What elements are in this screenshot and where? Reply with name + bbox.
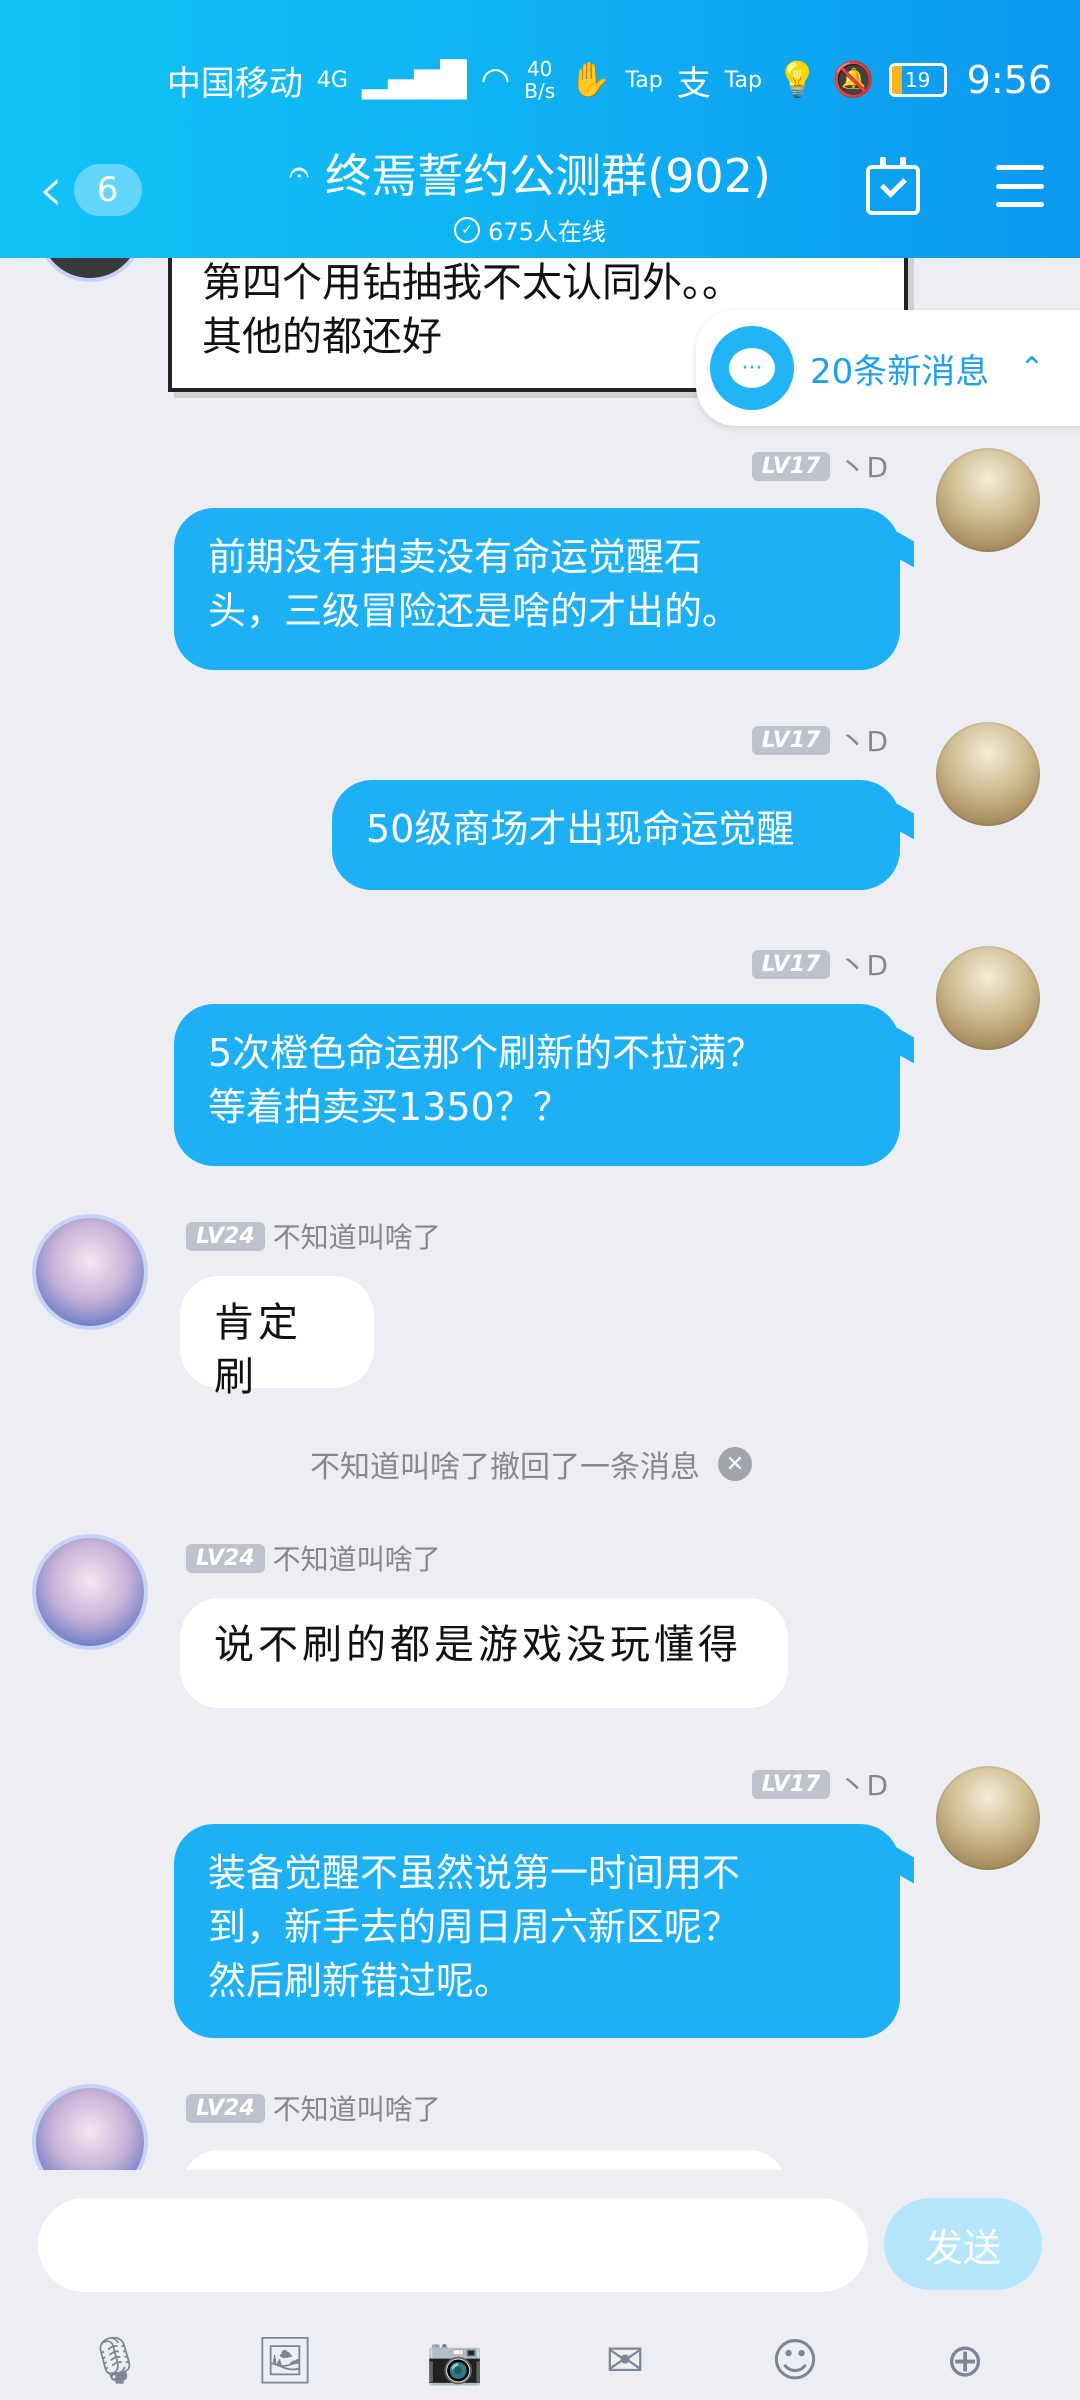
chevron-up-icon: ⌃ [1019, 350, 1045, 386]
earpiece-icon: 𝄐 [289, 152, 310, 193]
sender-name: 不知道叫啥了 [272, 1221, 441, 1254]
message-meta: LV17 丶D [751, 446, 888, 486]
wifi-icon: ◠ [480, 60, 511, 100]
online-count: ✓ 675人在线 [270, 212, 790, 247]
image-icon[interactable]: 🖼 [255, 2330, 315, 2390]
avatar[interactable] [936, 946, 1040, 1050]
clock: 9:56 [966, 58, 1052, 102]
message-text: 前期没有拍卖没有命运觉醒石 [208, 535, 703, 579]
calendar-check-icon[interactable] [866, 157, 920, 215]
message-text: 50级商场才出现命运觉醒 [366, 807, 795, 851]
network-speed: 40 B/s [524, 58, 555, 102]
message-text: 说不刷的都是游戏没玩懂得 [214, 1622, 742, 1668]
sender-name: 丶D [838, 451, 888, 484]
online-count-label: 675人在线 [488, 218, 606, 246]
level-badge: LV24 [186, 2093, 265, 2123]
message-bubble[interactable]: 肯定刷 [180, 1276, 374, 1400]
back-button[interactable]: ‹ 6 [38, 153, 142, 227]
level-badge: LV24 [186, 1543, 265, 1573]
message-text: 头，三级冒险还是啥的才出的。 [208, 589, 741, 633]
message-bubble[interactable]: 说不刷的都是游戏没玩懂得 [180, 1598, 788, 1708]
signal-icon: ▂▄▆█ [361, 60, 467, 100]
message-meta: LV24 不知道叫啥了 [186, 1538, 441, 1578]
camera-icon[interactable]: 📷 [425, 2330, 485, 2390]
avatar[interactable] [936, 1766, 1040, 1870]
sender-name: 丶D [838, 949, 888, 982]
close-icon[interactable]: ✕ [718, 1447, 752, 1481]
unread-count-badge: 6 [73, 164, 142, 216]
message-meta: LV17 丶D [751, 944, 888, 984]
level-badge: LV24 [186, 1221, 265, 1251]
avatar[interactable] [36, 1218, 144, 1326]
group-title-area[interactable]: 𝄐 终焉誓约公测群(902) ✓ 675人在线 [270, 140, 790, 247]
message-text: 第四个用钻抽我不太认同外。。 [202, 260, 742, 306]
avatar[interactable] [936, 448, 1040, 552]
composer: 发送 🎙 🖼 📷 ✉ ☺ ⊕ [0, 2170, 1080, 2400]
menu-icon[interactable] [996, 165, 1044, 207]
alipay-icon: 支 [676, 63, 711, 104]
message-meta: LV17 丶D [751, 1764, 888, 1804]
sender-name: 不知道叫啥了 [272, 2093, 441, 2126]
taptap-label-2: Tap [724, 67, 762, 93]
chat-header: 中国移动 4G ▂▄▆█ ◠ 40 B/s ✋ Tap 支 Tap 💡 🔕 19… [0, 0, 1080, 258]
avatar[interactable] [36, 2088, 144, 2170]
speed-value: 40 [526, 57, 553, 81]
message-text: 肯定刷 [214, 1300, 302, 1400]
sender-name: 不知道叫啥了 [272, 1543, 441, 1576]
level-badge: LV17 [751, 725, 831, 755]
mute-bell-icon: 🔕 [832, 60, 875, 100]
carrier-label: 中国移动 [166, 63, 303, 104]
message-meta: LV17 丶D [751, 720, 888, 760]
group-name: 终焉誓约公测群(902) [325, 149, 771, 203]
network-type: 4G [316, 67, 348, 93]
taptap-label: Tap [625, 67, 663, 93]
check-circle-icon: ✓ [454, 216, 481, 243]
plus-icon[interactable]: ⊕ [935, 2330, 995, 2390]
battery-indicator: 19 [888, 63, 947, 97]
sender-name: 丶D [838, 1769, 888, 1802]
sender-name: 丶D [838, 725, 888, 758]
level-badge: LV17 [751, 451, 831, 481]
message-bubble[interactable]: 装备觉醒不虽然说第一时间用不 到，新手去的周日周六新区呢？ 然后刷新错过呢。 [174, 1824, 900, 2038]
avatar[interactable] [36, 1538, 144, 1646]
microphone-icon[interactable]: 🎙 [85, 2330, 145, 2390]
message-bubble[interactable] [180, 2150, 788, 2170]
new-messages-banner[interactable]: ··· 20条新消息 ⌃ [696, 310, 1080, 426]
message-text: 到，新手去的周日周六新区呢？ [208, 1905, 741, 1949]
message-bubble[interactable]: 50级商场才出现命运觉醒 [332, 780, 900, 890]
avatar[interactable] [40, 258, 140, 278]
composer-toolbar: 🎙 🖼 📷 ✉ ☺ ⊕ [0, 2330, 1080, 2390]
avatar[interactable] [936, 722, 1040, 826]
send-button[interactable]: 发送 [884, 2198, 1042, 2290]
message-text: 等着拍卖买1350？？ [208, 1085, 571, 1129]
speed-unit: B/s [524, 79, 556, 103]
new-messages-label: 20条新消息 [810, 351, 990, 392]
level-badge: LV17 [751, 949, 831, 979]
message-text: 然后刷新错过呢。 [208, 1959, 513, 2003]
message-text: 装备觉醒不虽然说第一时间用不 [208, 1851, 741, 1895]
status-bar: 中国移动 4G ▂▄▆█ ◠ 40 B/s ✋ Tap 支 Tap 💡 🔕 19… [167, 50, 1052, 110]
message-list[interactable]: 第四个用钻抽我不太认同外。。 其他的都还好 ··· 20条新消息 ⌃ LV17 … [0, 258, 1080, 2170]
emoji-icon[interactable]: ☺ [765, 2330, 825, 2390]
chevron-left-icon: ‹ [38, 153, 64, 227]
message-meta: LV24 不知道叫啥了 [186, 1216, 441, 1256]
chat-bubble-icon: ··· [710, 326, 794, 410]
message-input[interactable] [38, 2198, 868, 2292]
recall-notice: 不知道叫啥了撤回了一条消息 ✕ [310, 1442, 752, 1486]
message-text: 5次橙色命运那个刷新的不拉满？ [208, 1031, 765, 1075]
bulb-icon: 💡 [775, 60, 819, 100]
message-meta: LV24 不知道叫啥了 [186, 2088, 441, 2128]
hand-icon: ✋ [569, 60, 612, 100]
level-badge: LV17 [751, 1769, 831, 1799]
message-bubble[interactable]: 前期没有拍卖没有命运觉醒石 头，三级冒险还是啥的才出的。 [174, 508, 900, 670]
recall-text: 不知道叫啥了撤回了一条消息 [310, 1450, 700, 1485]
red-packet-icon[interactable]: ✉ [595, 2330, 655, 2390]
message-bubble[interactable]: 5次橙色命运那个刷新的不拉满？ 等着拍卖买1350？？ [174, 1004, 900, 1166]
